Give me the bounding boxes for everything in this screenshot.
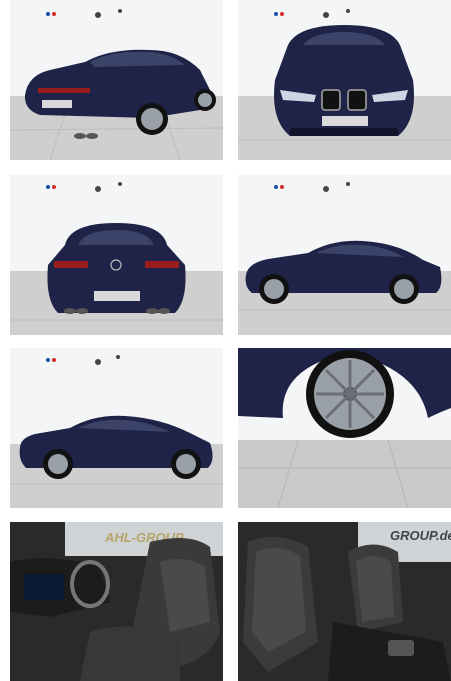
photo-interior-driver[interactable]: AHL-GROUP [10,522,223,681]
photo-side-view-left[interactable] [238,175,451,335]
photo-front-view[interactable] [238,0,451,160]
banner-seats-text: GROUP.de [390,528,451,543]
photo-interior-seats[interactable]: GROUP.de [238,522,451,681]
wheel-closeup-image [238,348,451,508]
car-rear-three-quarter-image [10,0,223,160]
photo-rear-view[interactable] [10,175,223,335]
car-side-image-2 [10,348,223,508]
interior-seats-image: GROUP.de [238,522,451,681]
car-side-image [238,175,451,335]
photo-wheel-closeup[interactable] [238,348,451,508]
photo-gallery: AHL-GROUP GROUP.de [0,0,451,681]
car-front-image [238,0,451,160]
interior-driver-image: AHL-GROUP [10,522,223,681]
car-rear-image [10,175,223,335]
photo-rear-three-quarter[interactable] [10,0,223,160]
photo-side-view-right[interactable] [10,348,223,508]
